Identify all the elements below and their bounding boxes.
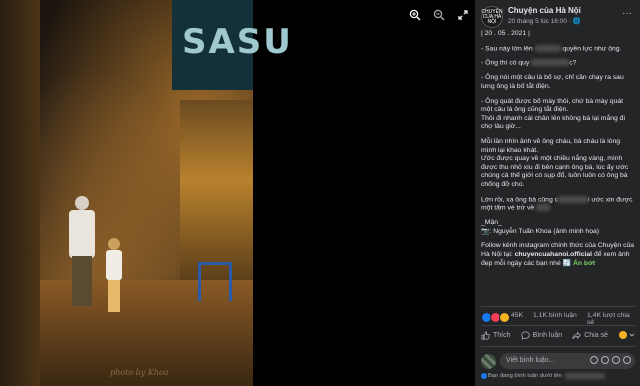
like-button[interactable]: Thích <box>481 331 511 340</box>
photo-wall <box>0 0 40 386</box>
post-text: | 20 . 05 . 2021 | - Sau này lớn lên quy… <box>481 30 635 274</box>
comment-icon <box>520 331 530 340</box>
post-line-part: - Ông thì có quy <box>481 59 530 67</box>
post-photo-credit: 📷: Nguyễn Tuấn Khoa (ảnh minh họa) <box>481 227 600 235</box>
post-line: Thôi đi nhanh cái chân lên không bà lại … <box>481 114 625 131</box>
post-line: Mỗi lần nhìn ảnh về ông cháu, bà cháu là… <box>481 137 621 154</box>
shop-sign-text: SASU <box>182 22 293 62</box>
post-line: Lớn rồi, xa ông bà cũng ci ước xin được … <box>481 195 635 214</box>
blurred-text <box>534 44 561 52</box>
avatar-text: CHUYỆN CỦA HÀ NỘI <box>481 8 503 25</box>
photo-area[interactable]: SASU photo by Khoa <box>0 0 475 386</box>
comment-tools <box>590 356 631 364</box>
post-line: - Ông thì có quy c? <box>481 59 635 68</box>
post-header: CHUYỆN CỦA HÀ NỘI Chuyện của Hà Nội 20 t… <box>481 6 635 28</box>
post-date-line: | 20 . 05 . 2021 | <box>481 30 530 37</box>
zoom-in-button[interactable] <box>406 6 424 24</box>
post-actions: Thích Bình luận Chia sẻ <box>481 328 635 342</box>
fullscreen-button[interactable] <box>454 6 472 24</box>
post-author: _Mận_ <box>481 219 502 227</box>
like-label: Thích <box>493 331 511 339</box>
photo-watermark: photo by Khoa <box>110 368 169 377</box>
chevron-down-icon <box>629 333 635 337</box>
gif-icon[interactable] <box>612 356 620 364</box>
user-avatar[interactable] <box>481 354 496 369</box>
post-timestamp[interactable]: 20 tháng 5 lúc 16:00 · 🌐 <box>508 17 581 25</box>
blurred-text <box>558 195 589 203</box>
blurred-text <box>564 373 605 379</box>
photo-stool <box>198 262 232 301</box>
child-head <box>108 238 120 250</box>
zoom-out-icon <box>433 9 445 21</box>
grandfather-legs <box>72 256 92 306</box>
more-options-icon[interactable]: ··· <box>622 8 632 19</box>
thumbs-up-icon <box>481 331 490 339</box>
photo-toolbar <box>406 6 472 24</box>
comment-button[interactable]: Bình luận <box>520 331 563 340</box>
photo-child <box>104 238 124 316</box>
share-button[interactable]: Chia sẻ <box>572 330 608 340</box>
share-count[interactable]: 1,4K lượt chia sẻ <box>587 312 635 326</box>
page-name-link[interactable]: Chuyện của Hà Nội <box>508 6 581 15</box>
post-line: - Ông quát được bố mày thôi, chứ bà mày … <box>481 97 624 114</box>
child-body <box>106 250 122 280</box>
haha-reaction-icon <box>499 312 510 323</box>
reaction-icons[interactable] <box>481 312 510 323</box>
fullscreen-icon <box>458 10 468 20</box>
zoom-out-button[interactable] <box>430 6 448 24</box>
divider <box>481 346 635 347</box>
photo-shop-sign: SASU <box>172 0 291 90</box>
photo-viewer: SASU photo by Khoa CHUYỆN CỦA HÀ NỘI Chu… <box>0 0 640 386</box>
see-less-link[interactable]: 🔄 Ấn bớt <box>563 260 596 267</box>
post-line: Ước được quay về một chiều nắng vàng, mì… <box>481 155 629 188</box>
reactions-bar: 45K 1,1K bình luận 1,4K lượt chia sẻ <box>481 311 635 326</box>
share-icon <box>572 330 582 339</box>
grandfather-head <box>75 196 89 210</box>
emoji-icon[interactable] <box>590 356 598 364</box>
grandfather-body <box>69 210 95 258</box>
blurred-text <box>536 204 551 212</box>
photo-grandfather <box>66 196 98 308</box>
divider <box>481 306 635 307</box>
post-line-part: quyền lực như ông. <box>562 44 622 52</box>
comment-identity-notice: Bạn đang bình luận dưới tên <box>481 373 635 379</box>
comment-placeholder: Viết bình luận... <box>506 357 555 364</box>
zoom-in-icon <box>409 9 421 21</box>
child-legs <box>108 280 120 312</box>
post-line-part: Lớn rồi, xa ông bà cũng c <box>481 195 559 203</box>
emoji-avatar-icon <box>617 330 628 340</box>
comment-count[interactable]: 1,1K bình luận <box>533 312 577 319</box>
post-line: - Ông nói một câu là bố sợ, chỉ cần chạy… <box>481 74 624 90</box>
post-line: - Sau này lớn lên quyền lực như ông. <box>481 44 635 54</box>
post-follow-line: Follow kênh instagram chính thức của Chu… <box>481 242 635 268</box>
page-identity-icon <box>481 373 487 379</box>
comment-composer: Viết bình luận... <box>481 352 635 370</box>
camera-icon[interactable] <box>601 356 609 364</box>
reaction-count[interactable]: 45K <box>511 312 523 319</box>
post-line-part: - Sau này lớn lên <box>481 44 533 52</box>
sticker-icon[interactable] <box>623 356 631 364</box>
notice-text: Bạn đang bình luận dưới tên <box>488 373 562 379</box>
reaction-picker[interactable] <box>617 330 635 340</box>
blurred-text <box>531 59 570 67</box>
comment-label: Bình luận <box>532 331 563 339</box>
share-label: Chia sẻ <box>584 331 608 339</box>
post-photo: SASU photo by Khoa <box>0 0 291 386</box>
page-avatar[interactable]: CHUYỆN CỦA HÀ NỘI <box>481 6 503 28</box>
divider <box>481 325 635 326</box>
post-sidebar: CHUYỆN CỦA HÀ NỘI Chuyện của Hà Nội 20 t… <box>475 0 640 386</box>
instagram-handle-link[interactable]: chuyencuahanoi.official <box>515 251 592 258</box>
post-line-part: c? <box>569 59 577 67</box>
